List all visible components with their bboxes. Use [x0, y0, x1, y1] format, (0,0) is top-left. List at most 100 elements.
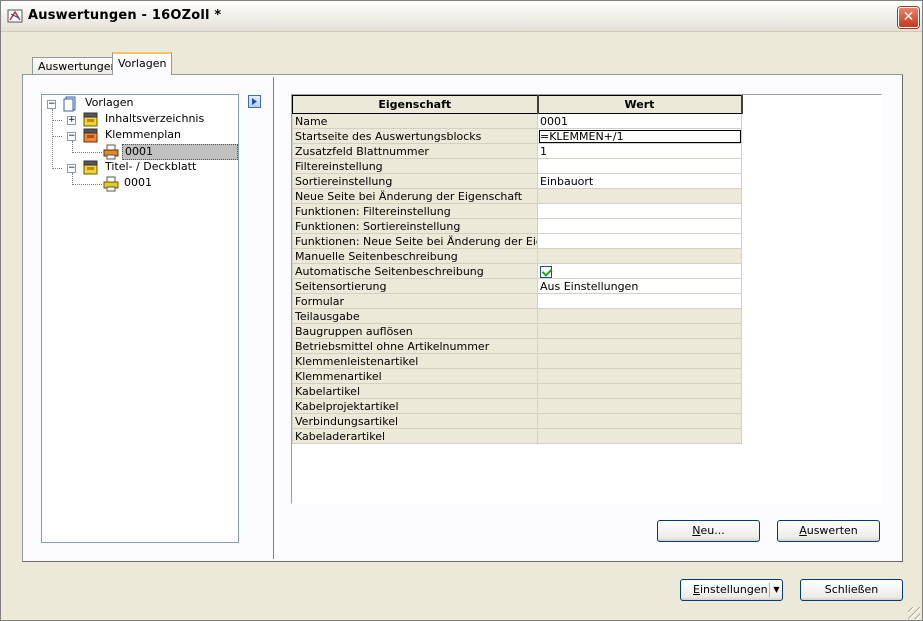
- expand-icon[interactable]: +: [67, 116, 76, 125]
- title-bar[interactable]: Auswertungen - 16OZoll * ✕: [1, 1, 922, 32]
- property-value[interactable]: [537, 293, 742, 309]
- table-row[interactable]: Automatische Seitenbeschreibung: [292, 263, 742, 279]
- table-row[interactable]: Kabelartikel: [292, 383, 742, 399]
- mnemonic: E: [693, 583, 700, 596]
- printer-icon: [103, 144, 119, 160]
- property-name: Klemmenartikel: [292, 368, 538, 384]
- property-name: Funktionen: Sortiereinstellung: [292, 218, 538, 234]
- property-value: [537, 248, 742, 264]
- property-value: [537, 413, 742, 429]
- tab-vorlagen[interactable]: Vorlagen: [112, 52, 173, 75]
- property-name: Neue Seite bei Änderung der Eigenschaft: [292, 188, 538, 204]
- property-value: [537, 308, 742, 324]
- property-name: Betriebsmittel ohne Artikelnummer: [292, 338, 538, 354]
- table-row[interactable]: Startseite des Auswertungsblocks =KLEMMEN…: [292, 128, 742, 144]
- collapse-icon[interactable]: −: [67, 164, 76, 173]
- table-row[interactable]: Zusatzfeld Blattnummer 1: [292, 143, 742, 159]
- tree-node-inhaltsverzeichnis[interactable]: Inhaltsverzeichnis: [103, 112, 206, 125]
- property-value[interactable]: [537, 263, 742, 279]
- column-header-value[interactable]: Wert: [537, 95, 743, 114]
- property-name: Manuelle Seitenbeschreibung: [292, 248, 538, 264]
- table-row[interactable]: Kabeladerartikel: [292, 428, 742, 444]
- tree-node-titel-deckblatt[interactable]: Titel- / Deckblatt: [103, 160, 198, 173]
- panel-splitter[interactable]: [273, 77, 276, 559]
- property-name: Verbindungsartikel: [292, 413, 538, 429]
- property-value[interactable]: [537, 218, 742, 234]
- tree-node-root[interactable]: Vorlagen: [83, 96, 135, 109]
- table-row[interactable]: Manuelle Seitenbeschreibung: [292, 248, 742, 264]
- property-value: [537, 368, 742, 384]
- report-folder-icon: [83, 128, 98, 143]
- tree-connector: [52, 168, 62, 169]
- property-table: Eigenschaft Wert Name 0001 Startseite des…: [292, 95, 743, 444]
- table-row[interactable]: Filtereinstellung: [292, 158, 742, 174]
- settings-dropdown-button[interactable]: Einstellungen ▼: [680, 579, 783, 601]
- property-name: Formular: [292, 293, 538, 309]
- property-name: Klemmenleistenartikel: [292, 353, 538, 369]
- property-name: Startseite des Auswertungsblocks: [292, 128, 538, 144]
- table-row[interactable]: Verbindungsartikel: [292, 413, 742, 429]
- property-value: [537, 323, 742, 339]
- tree-node-klemmenplan[interactable]: Klemmenplan: [103, 128, 183, 141]
- property-name: Kabeladerartikel: [292, 428, 538, 444]
- mnemonic: N: [692, 524, 701, 537]
- template-tree[interactable]: − Vorlagen + Inhaltsverzeichnis − Klemme…: [41, 94, 239, 543]
- table-row[interactable]: Klemmenleistenartikel: [292, 353, 742, 369]
- close-button[interactable]: Schließen: [800, 579, 903, 601]
- property-value[interactable]: Aus Einstellungen: [537, 278, 742, 294]
- collapse-panel-button[interactable]: [248, 95, 261, 108]
- tree-connector: [52, 136, 62, 137]
- table-row[interactable]: Neue Seite bei Änderung der Eigenschaft: [292, 188, 742, 204]
- property-grid[interactable]: Eigenschaft Wert Name 0001 Startseite des…: [291, 94, 882, 504]
- evaluate-button[interactable]: Auswerten: [777, 520, 880, 542]
- property-value: [537, 383, 742, 399]
- mnemonic: A: [799, 524, 807, 537]
- property-value[interactable]: Einbauort: [537, 173, 742, 189]
- tab-label: Vorlagen: [118, 57, 167, 70]
- report-folder-icon: [83, 112, 98, 127]
- property-name: Funktionen: Filtereinstellung: [292, 203, 538, 219]
- collapse-icon[interactable]: −: [47, 100, 56, 109]
- tree-node-klemmenplan-0001[interactable]: 0001: [122, 144, 238, 160]
- table-row[interactable]: Baugruppen auflösen: [292, 323, 742, 339]
- resize-grip-icon[interactable]: [908, 607, 920, 619]
- property-value[interactable]: [537, 158, 742, 174]
- new-button[interactable]: Neu...: [657, 520, 760, 542]
- auto-page-description-checkbox[interactable]: [540, 265, 552, 278]
- table-row[interactable]: Sortiereinstellung Einbauort: [292, 173, 742, 189]
- close-icon[interactable]: ✕: [898, 7, 919, 28]
- property-value[interactable]: [537, 233, 742, 249]
- property-value[interactable]: 1: [537, 143, 742, 159]
- property-value[interactable]: [537, 203, 742, 219]
- property-name: Seitensortierung: [292, 278, 538, 294]
- table-row[interactable]: Betriebsmittel ohne Artikelnummer: [292, 338, 742, 354]
- table-row[interactable]: Teilausgabe: [292, 308, 742, 324]
- app-icon: [7, 9, 23, 23]
- table-row[interactable]: Name 0001: [292, 113, 742, 129]
- table-row[interactable]: Funktionen: Sortiereinstellung: [292, 218, 742, 234]
- tree-connector: [52, 109, 53, 169]
- property-value: [537, 398, 742, 414]
- property-value: [537, 353, 742, 369]
- dropdown-arrow-icon[interactable]: ▼: [769, 583, 783, 597]
- property-value: [537, 338, 742, 354]
- column-header-property[interactable]: Eigenschaft: [292, 95, 539, 114]
- table-row[interactable]: Formular: [292, 293, 742, 309]
- table-row[interactable]: Funktionen: Neue Seite bei Änderung der …: [292, 233, 742, 249]
- property-name: Teilausgabe: [292, 308, 538, 324]
- property-name: Baugruppen auflösen: [292, 323, 538, 339]
- tab-auswertungen[interactable]: Auswertungen: [32, 57, 124, 74]
- collapse-icon[interactable]: −: [67, 132, 76, 141]
- property-value[interactable]: 0001: [537, 113, 742, 129]
- tree-connector: [72, 184, 102, 185]
- printer-icon: [103, 176, 119, 192]
- table-row[interactable]: Seitensortierung Aus Einstellungen: [292, 278, 742, 294]
- property-value[interactable]: =KLEMMEN+/1: [537, 128, 742, 144]
- table-row[interactable]: Klemmenartikel: [292, 368, 742, 384]
- table-row[interactable]: Funktionen: Filtereinstellung: [292, 203, 742, 219]
- table-row[interactable]: Kabelprojektartikel: [292, 398, 742, 414]
- property-name: Funktionen: Neue Seite bei Änderung der …: [292, 233, 538, 249]
- property-name: Sortiereinstellung: [292, 173, 538, 189]
- button-label: uswerten: [806, 524, 858, 537]
- tree-node-titel-0001[interactable]: 0001: [122, 176, 154, 189]
